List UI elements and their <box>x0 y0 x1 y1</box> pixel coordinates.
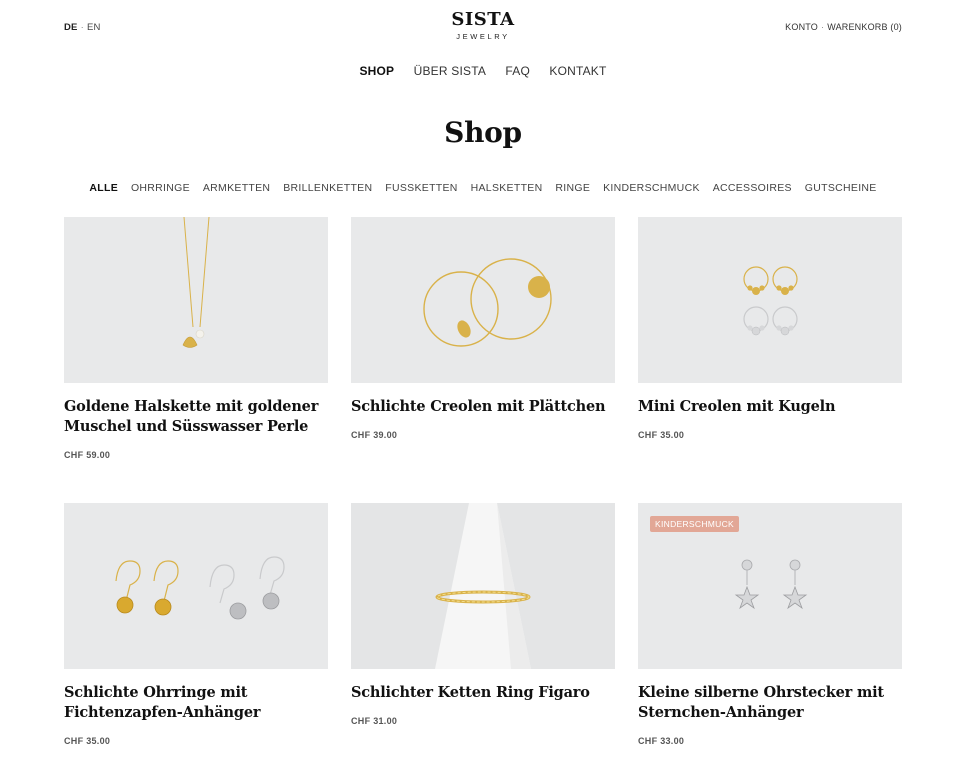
account-links: KONTO · WARENKORB (0) <box>785 22 902 32</box>
product-card[interactable]: KINDERSCHMUCK Kleine silberne Ohrstecker… <box>638 503 902 773</box>
product-price: CHF 31.00 <box>351 716 398 726</box>
product-image[interactable] <box>351 217 615 383</box>
category-ohrringe[interactable]: OHRRINGE <box>131 182 190 194</box>
product-card[interactable]: Goldene Halskette mit goldener Muschel u… <box>64 217 328 503</box>
product-card[interactable]: Schlichter Ketten Ring Figaro CHF 31.00 <box>351 503 615 773</box>
logo-subtitle: JEWELRY <box>456 32 510 41</box>
necklace-illustration <box>182 217 210 348</box>
product-card[interactable]: Mini Creolen mit Kugeln CHF 35.00 <box>638 217 902 503</box>
product-price: CHF 35.00 <box>64 736 111 746</box>
nav-shop[interactable]: SHOP <box>359 64 394 78</box>
nav-kontakt[interactable]: KONTAKT <box>549 64 606 78</box>
product-card[interactable]: Schlichte Ohrringe mit Fichtenzapfen-Anh… <box>64 503 328 773</box>
account-separator: · <box>821 22 825 32</box>
product-price: CHF 39.00 <box>351 430 398 440</box>
pinecone-earrings-illustration <box>115 556 285 620</box>
category-armketten[interactable]: ARMKETTEN <box>203 182 270 194</box>
category-accessoires[interactable]: ACCESSOIRES <box>713 182 792 194</box>
product-image[interactable] <box>638 217 902 383</box>
category-halsketten[interactable]: HALSKETTEN <box>471 182 543 194</box>
product-image[interactable]: KINDERSCHMUCK <box>638 503 902 669</box>
product-title[interactable]: Mini Creolen mit Kugeln <box>638 397 902 417</box>
category-fussketten[interactable]: FUSSKETTEN <box>385 182 457 194</box>
product-title[interactable]: Schlichte Creolen mit Plättchen <box>351 397 615 417</box>
page-title: Shop <box>444 116 522 149</box>
product-grid: Goldene Halskette mit goldener Muschel u… <box>64 217 902 773</box>
cart-link[interactable]: WARENKORB (0) <box>827 22 902 32</box>
category-alle[interactable]: ALLE <box>89 182 118 194</box>
ring-illustration <box>435 503 531 669</box>
category-gutscheine[interactable]: GUTSCHEINE <box>805 182 877 194</box>
product-card[interactable]: Schlichte Creolen mit Plättchen CHF 39.0… <box>351 217 615 503</box>
account-link[interactable]: KONTO <box>785 22 818 32</box>
nav-ueber-sista[interactable]: ÜBER SISTA <box>414 64 486 78</box>
mini-hoops-illustration <box>743 266 798 336</box>
category-badge: KINDERSCHMUCK <box>650 516 739 532</box>
nav-faq[interactable]: FAQ <box>505 64 530 78</box>
category-kinderschmuck[interactable]: KINDERSCHMUCK <box>603 182 700 194</box>
product-price: CHF 35.00 <box>638 430 685 440</box>
hoop-earrings-illustration <box>423 258 552 347</box>
category-ringe[interactable]: RINGE <box>555 182 590 194</box>
main-nav: SHOP ÜBER SISTA FAQ KONTAKT <box>0 64 966 78</box>
product-price: CHF 59.00 <box>64 450 111 460</box>
top-bar: DE · EN SISTA JEWELRY KONTO · WARENKORB (0) <box>0 0 966 50</box>
category-nav: ALLE OHRRINGE ARMKETTEN BRILLENKETTEN FU… <box>0 182 966 194</box>
product-title[interactable]: Goldene Halskette mit goldener Muschel u… <box>64 397 328 437</box>
product-title[interactable]: Schlichte Ohrringe mit Fichtenzapfen-Anh… <box>64 683 328 723</box>
category-brillenketten[interactable]: BRILLENKETTEN <box>283 182 372 194</box>
product-price: CHF 33.00 <box>638 736 685 746</box>
product-title[interactable]: Kleine silberne Ohrstecker mit Sternchen… <box>638 683 902 723</box>
product-image[interactable] <box>64 503 328 669</box>
product-title[interactable]: Schlichter Ketten Ring Figaro <box>351 683 615 703</box>
product-image[interactable] <box>64 217 328 383</box>
product-image[interactable] <box>351 503 615 669</box>
